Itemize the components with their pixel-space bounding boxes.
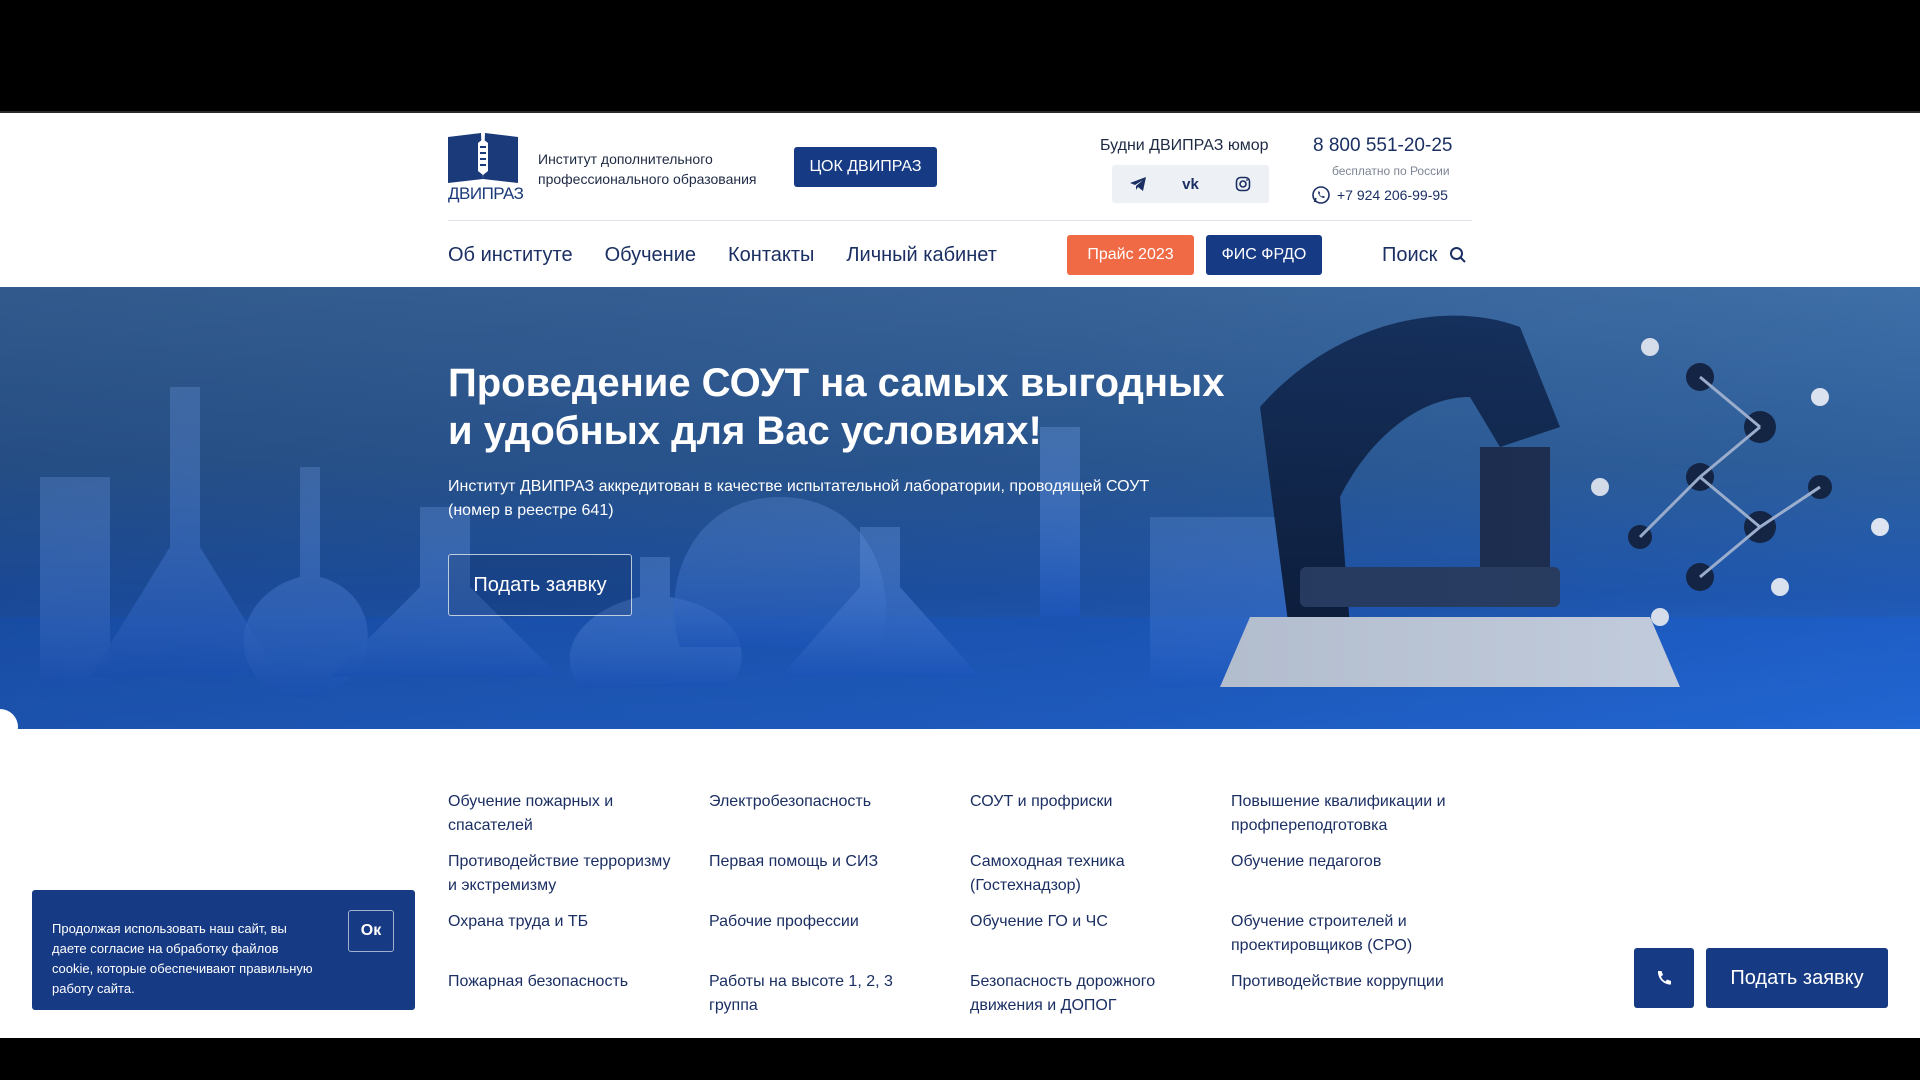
header-divider — [448, 220, 1472, 221]
category-link[interactable]: Рабочие профессии — [709, 910, 949, 934]
cok-button[interactable]: ЦОК ДВИПРАЗ — [794, 147, 937, 187]
category-link[interactable]: Пожарная безопасность — [448, 970, 688, 994]
category-link[interactable]: СОУТ и профриски — [970, 790, 1210, 814]
hero-apply-button[interactable]: Подать заявку — [448, 554, 632, 616]
phone-main[interactable]: 8 800 551-20-25 — [1313, 135, 1452, 157]
nav-item-education[interactable]: Обучение — [605, 244, 696, 267]
social-links: vk — [1112, 165, 1269, 203]
cookie-text: Продолжая использовать наш сайт, вы дает… — [52, 921, 313, 996]
main-nav: Об институте Обучение Контакты Личный ка… — [448, 235, 1029, 275]
price-button[interactable]: Прайс 2023 — [1067, 235, 1194, 275]
institute-name: Институт дополнительного профессионально… — [538, 151, 757, 187]
search-icon — [1450, 247, 1467, 263]
browser-top-black-area — [0, 0, 1920, 111]
fis-frdo-button[interactable]: ФИС ФРДО — [1206, 235, 1322, 275]
hero-title: Проведение СОУТ на самых выгодных и удоб… — [448, 361, 1225, 453]
search-label: Поиск — [1382, 243, 1438, 266]
search-button[interactable]: Поиск — [1382, 235, 1467, 275]
category-link[interactable]: Противодействие коррупции — [1231, 970, 1471, 994]
browser-bottom-black-area — [0, 1038, 1920, 1080]
category-link[interactable]: Электробезопасность — [709, 790, 949, 814]
cookie-ok-button[interactable]: Ок — [348, 910, 394, 952]
nav-item-contacts[interactable]: Контакты — [728, 244, 814, 267]
category-link[interactable]: Охрана труда и ТБ — [448, 910, 688, 934]
telegram-icon[interactable] — [1112, 165, 1164, 203]
phone-note: бесплатно по России — [1332, 164, 1450, 178]
floating-phone-button[interactable] — [1634, 948, 1694, 1008]
category-link[interactable]: Самоходная техника (Гостехнадзор) — [970, 850, 1170, 898]
vk-icon[interactable]: vk — [1164, 165, 1216, 203]
category-link[interactable]: Обучение ГО и ЧС — [970, 910, 1210, 934]
category-link[interactable]: Противодействие терроризму и экстремизму — [448, 850, 678, 898]
whatsapp-phone[interactable]: +7 924 206-99-95 — [1311, 185, 1448, 205]
phone-icon — [1657, 971, 1671, 985]
humor-link[interactable]: Будни ДВИПРАЗ юмор — [1100, 137, 1269, 155]
nav-item-about[interactable]: Об институте — [448, 244, 573, 267]
instagram-icon[interactable] — [1217, 165, 1269, 203]
hero-banner: Проведение СОУТ на самых выгодных и удоб… — [0, 287, 1920, 729]
logo-text: ДВИПРАЗ — [448, 184, 524, 203]
category-link[interactable]: Безопасность дорожного движения и ДОПОГ — [970, 970, 1180, 1018]
category-link[interactable]: Обучение пожарных и спасателей — [448, 790, 648, 838]
category-link[interactable]: Обучение педагогов — [1231, 850, 1471, 874]
category-link[interactable]: Обучение строителей и проектировщиков (С… — [1231, 910, 1441, 958]
logo[interactable]: ДВИПРАЗ — [448, 133, 524, 205]
nav-item-account[interactable]: Личный кабинет — [846, 244, 996, 267]
hero-subtitle: Институт ДВИПРАЗ аккредитован в качестве… — [448, 478, 1150, 519]
category-link[interactable]: Первая помощь и СИЗ — [709, 850, 949, 874]
site-header: ДВИПРАЗ Институт дополнительного професс… — [0, 113, 1920, 287]
page: ДВИПРАЗ Институт дополнительного професс… — [0, 111, 1920, 1038]
cookie-banner: Продолжая использовать наш сайт, вы дает… — [32, 890, 415, 1010]
whatsapp-phone-text: +7 924 206-99-95 — [1337, 187, 1448, 203]
category-link[interactable]: Повышение квалификации и профпереподгото… — [1231, 790, 1471, 838]
whatsapp-icon — [1312, 186, 1330, 204]
logo-book-icon — [448, 133, 518, 183]
category-link[interactable]: Работы на высоте 1, 2, 3 группа — [709, 970, 909, 1018]
floating-apply-button[interactable]: Подать заявку — [1706, 948, 1888, 1008]
